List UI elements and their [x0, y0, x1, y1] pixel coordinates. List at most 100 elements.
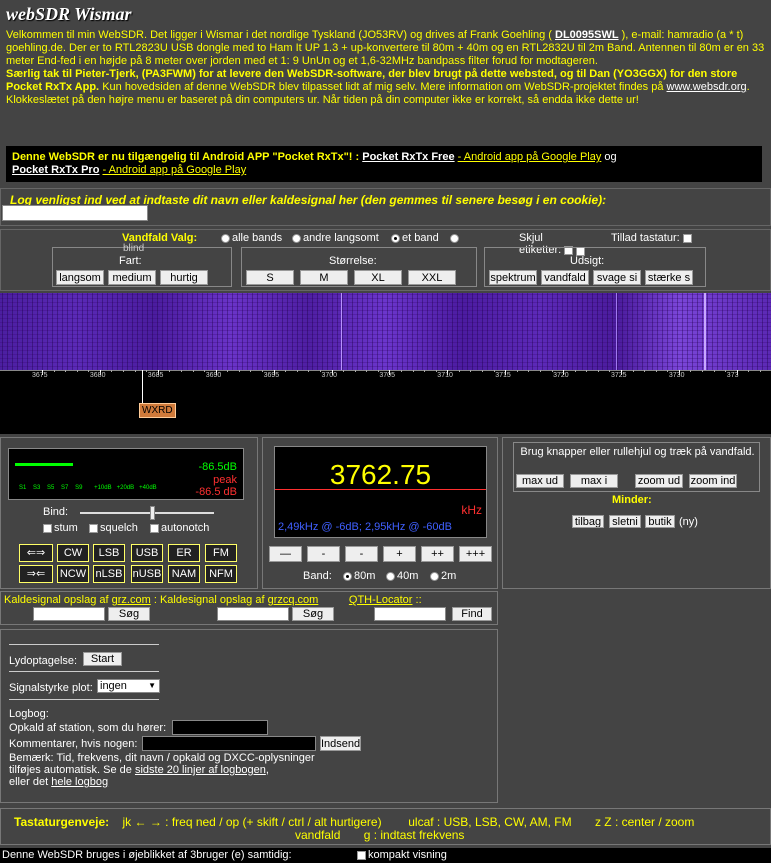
band-2m-radio[interactable]: 2m — [430, 570, 456, 582]
lookup-qrz-label: Kaldesignal opslag af — [4, 594, 109, 606]
view-weak-button[interactable]: svage si — [593, 270, 641, 285]
step-down-1-button[interactable]: - — [345, 546, 378, 562]
signal-plot-select[interactable]: ingen ▼ — [97, 679, 160, 693]
allow-keyboard[interactable]: Tillad tastatur: — [611, 232, 694, 244]
wf-radio-one[interactable]: et band — [391, 232, 439, 244]
checkbox-icon — [89, 523, 98, 533]
radio-icon — [430, 571, 439, 581]
size-xxl-button[interactable]: XXL — [408, 270, 456, 285]
zoom-in-button[interactable]: zoom ind — [689, 474, 737, 488]
view-strong-button[interactable]: stærke s — [645, 270, 693, 285]
checkbox-icon — [43, 523, 52, 533]
station-input[interactable] — [172, 720, 268, 735]
scale-tick-label: 3685 — [147, 372, 164, 379]
zoom-out-button[interactable]: zoom ud — [635, 474, 683, 488]
full-logbook-link[interactable]: hele logbog — [51, 776, 108, 788]
autonotch-label: autonotch — [161, 522, 210, 534]
scale-minor-tick — [400, 370, 402, 372]
scale-minor-tick — [516, 370, 518, 372]
step-down-3-button[interactable]: — — [269, 546, 302, 562]
band-80m-radio[interactable]: 80m — [343, 570, 375, 582]
band-40m-radio[interactable]: 40m — [386, 570, 418, 582]
compact-view-checkbox[interactable]: kompakt visning — [357, 849, 447, 861]
frequency-display[interactable]: 3762.75 kHz 2,49kHz @ -6dB; 2,95kHz @ -6… — [274, 446, 487, 538]
bandwidth-slider[interactable] — [80, 506, 214, 520]
qth-find-button[interactable]: Find — [452, 607, 492, 621]
mode-nam-button[interactable]: NAM — [168, 565, 200, 583]
mode-cw-button[interactable]: CW — [57, 544, 89, 562]
qrz-link[interactable]: grz.com — [112, 594, 151, 606]
mode-fm-button[interactable]: FM — [205, 544, 237, 562]
scale-tick-label: 3700 — [321, 372, 338, 379]
step-up-3-button[interactable]: +++ — [459, 546, 492, 562]
bandwidth-readout: 2,49kHz @ -6dB; 2,95kHz @ -60dB — [278, 521, 452, 533]
qrz-search-button[interactable]: Søg — [108, 607, 150, 621]
max-in-button[interactable]: max i — [570, 474, 618, 488]
wf-radio-extra[interactable] — [450, 232, 461, 244]
mode-nusb-button[interactable]: nUSB — [131, 565, 163, 583]
lookup-labels: Kaldesignal opslag af grz.com : Kaldesig… — [4, 594, 422, 606]
qrzcq-input[interactable] — [217, 607, 289, 621]
callsign-link[interactable]: DL0095SWL — [555, 29, 619, 41]
step-up-2-button[interactable]: ++ — [421, 546, 454, 562]
qrzcq-link[interactable]: grzcq.com — [268, 594, 319, 606]
mode-lsb-button[interactable]: LSB — [93, 544, 125, 562]
view-waterfall-button[interactable]: vandfald — [541, 270, 589, 285]
speed-medium-button[interactable]: medium — [108, 270, 156, 285]
qrz-input[interactable] — [33, 607, 105, 621]
pocket-free-suffix[interactable]: - Android app på Google Play — [458, 151, 602, 163]
smeter-peak-label: peak — [213, 474, 237, 486]
log-submit-button[interactable]: Indsend — [320, 736, 361, 751]
memory-delete-button[interactable]: sletni — [609, 515, 641, 528]
memory-back-button[interactable]: tilbag — [572, 515, 604, 528]
mode-nlsb-button[interactable]: nLSB — [93, 565, 125, 583]
pocket-free-link[interactable]: Pocket RxTx Free — [362, 151, 454, 163]
speed-slow-button[interactable]: langsom — [56, 270, 104, 285]
last-20-lines-link[interactable]: sidste 20 linjer af logbogen — [135, 764, 266, 776]
scale-minor-tick — [192, 370, 194, 372]
pocket-pro-link[interactable]: Pocket RxTx Pro — [12, 164, 99, 176]
waterfall-display[interactable] — [0, 293, 771, 370]
mode-wide-button[interactable]: ⇐⇒ — [19, 544, 53, 562]
step-down-2-button[interactable]: - — [307, 546, 340, 562]
view-spectrum-button[interactable]: spektrum — [489, 270, 537, 285]
qrzcq-search-button[interactable]: Søg — [292, 607, 334, 621]
record-start-button[interactable]: Start — [83, 652, 122, 666]
mode-am-button[interactable]: ER — [168, 544, 200, 562]
comments-input[interactable] — [142, 736, 316, 751]
wf-radio-all[interactable]: alle bands — [221, 232, 282, 244]
size-s-button[interactable]: S — [246, 270, 294, 285]
frequency-scale[interactable]: 3675 3680 3685 3690 3695 3700 3705 3710 3715 3720… — [0, 370, 771, 434]
websdr-link[interactable]: www.websdr.org — [667, 81, 747, 93]
scale-minor-tick — [238, 370, 240, 372]
callsign-input[interactable] — [2, 205, 148, 221]
frequency-value[interactable]: 3762.75 — [275, 459, 486, 491]
pocket-pro-suffix[interactable]: - Android app på Google Play — [102, 164, 246, 176]
size-xl-button[interactable]: XL — [354, 270, 402, 285]
mode-ncw-button[interactable]: NCW — [57, 565, 89, 583]
station-label: Opkald af station, som du hører: — [9, 722, 167, 734]
slider-thumb[interactable] — [150, 506, 155, 520]
smeter-db: -86.5dB — [198, 461, 237, 473]
mode-nfm-button[interactable]: NFM — [205, 565, 237, 583]
scale-minor-tick — [690, 370, 692, 372]
qth-locator-link[interactable]: QTH-Locator — [349, 594, 413, 606]
waterfall-carrier-line — [616, 293, 617, 370]
step-up-1-button[interactable]: + — [383, 546, 416, 562]
max-out-button[interactable]: max ud — [516, 474, 564, 488]
scale-minor-tick — [65, 370, 67, 372]
memories-label: Minder: — [612, 494, 652, 506]
memory-store-button[interactable]: butik — [645, 515, 675, 528]
speed-fast-button[interactable]: hurtig — [160, 270, 208, 285]
mute-checkbox[interactable]: stum — [43, 522, 78, 534]
mode-usb-button[interactable]: USB — [131, 544, 163, 562]
scale-minor-tick — [123, 370, 125, 372]
station-label-wxrd[interactable]: WXRD — [139, 403, 176, 418]
squelch-checkbox[interactable]: squelch — [89, 522, 138, 534]
autonotch-checkbox[interactable]: autonotch — [150, 522, 209, 534]
size-m-button[interactable]: M — [300, 270, 348, 285]
qth-input[interactable] — [374, 607, 446, 621]
smeter-label: S7 — [61, 485, 69, 491]
mode-narrow-button[interactable]: ⇒⇐ — [19, 565, 53, 583]
wf-radio-other[interactable]: andre langsomt — [292, 232, 379, 244]
